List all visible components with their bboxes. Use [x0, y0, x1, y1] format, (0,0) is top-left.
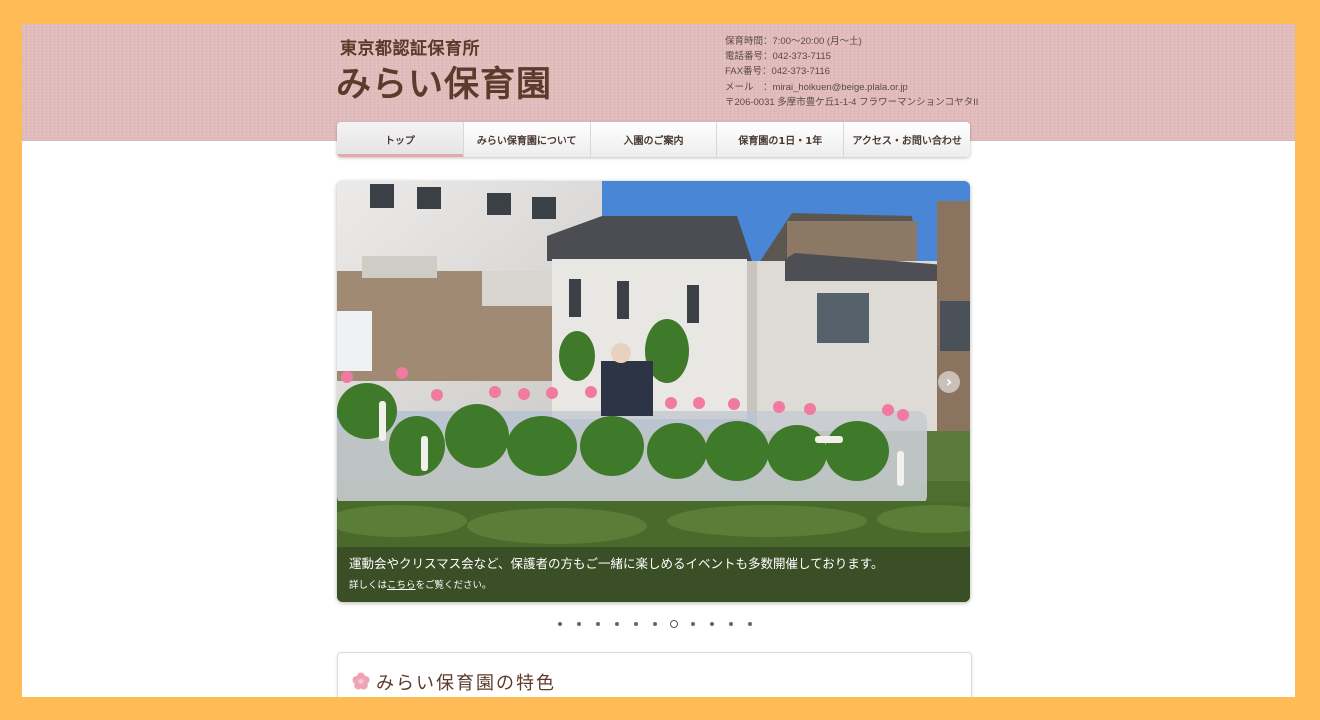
chevron-right-icon[interactable]: › — [938, 371, 960, 393]
caption-subtext: 詳しくはこちらをご覧ください。 — [349, 577, 492, 591]
info-email: メール ：mirai_hoikuen@beige.plala.or.jp — [725, 81, 908, 93]
nav-item-access-contact[interactable]: アクセス・お問い合わせ — [844, 122, 970, 157]
info-hours: 保育時間：7:00〜20:00 (月〜土) — [725, 36, 862, 47]
slider-dot[interactable] — [550, 618, 569, 630]
slide-caption: 運動会やクリスマス会など、保護者の方もご一緒に楽しめるイベントも多数開催しており… — [337, 547, 970, 602]
slider-dot[interactable] — [626, 618, 645, 630]
slide-photo — [337, 181, 970, 602]
info-address: 〒206-0031 多摩市豊ケ丘1-1-4 フラワーマンションコヤタII — [725, 96, 979, 108]
feature-section: みらい保育園の特色 — [337, 652, 972, 697]
slider-pagination — [550, 618, 759, 630]
flower-icon — [352, 672, 370, 690]
logo-title[interactable]: みらい保育園 — [336, 56, 552, 107]
nav-item-about[interactable]: みらい保育園について — [464, 122, 591, 157]
slider-dot[interactable] — [683, 618, 702, 630]
caption-link[interactable]: こちら — [387, 580, 416, 591]
caption-sub-suffix: をご覧ください。 — [415, 580, 492, 591]
image-slider[interactable]: › 運動会やクリスマス会など、保護者の方もご一緒に楽しめるイベントも多数開催して… — [337, 181, 970, 602]
slider-dot[interactable] — [588, 618, 607, 630]
slider-dot[interactable] — [721, 618, 740, 630]
slider-dot[interactable] — [702, 618, 721, 630]
contact-info: 保育時間：7:00〜20:00 (月〜土) 電話番号：042-373-7115 … — [725, 34, 985, 110]
page-frame: 東京都認証保育所 みらい保育園 保育時間：7:00〜20:00 (月〜土) 電話… — [22, 24, 1295, 697]
info-fax: FAX番号：042-373-7116 — [725, 66, 830, 78]
slider-dot[interactable] — [569, 618, 588, 630]
slider-dot[interactable] — [607, 618, 626, 630]
feature-title: みらい保育園の特色 — [376, 673, 556, 694]
slider-dot[interactable] — [664, 618, 683, 630]
slider-dot[interactable] — [740, 618, 759, 630]
caption-sub-prefix: 詳しくは — [349, 580, 388, 591]
nav-item-top[interactable]: トップ — [337, 122, 464, 157]
nav-item-admission[interactable]: 入園のご案内 — [591, 122, 718, 157]
nav-item-daily-yearly[interactable]: 保育園の1日・1年 — [717, 122, 845, 157]
main-nav: トップ みらい保育園について 入園のご案内 保育園の1日・1年 アクセス・お問い… — [337, 122, 970, 157]
caption-text: 運動会やクリスマス会など、保護者の方もご一緒に楽しめるイベントも多数開催しており… — [349, 556, 884, 571]
info-phone: 電話番号：042-373-7115 — [725, 51, 831, 63]
slider-dot[interactable] — [645, 618, 664, 630]
